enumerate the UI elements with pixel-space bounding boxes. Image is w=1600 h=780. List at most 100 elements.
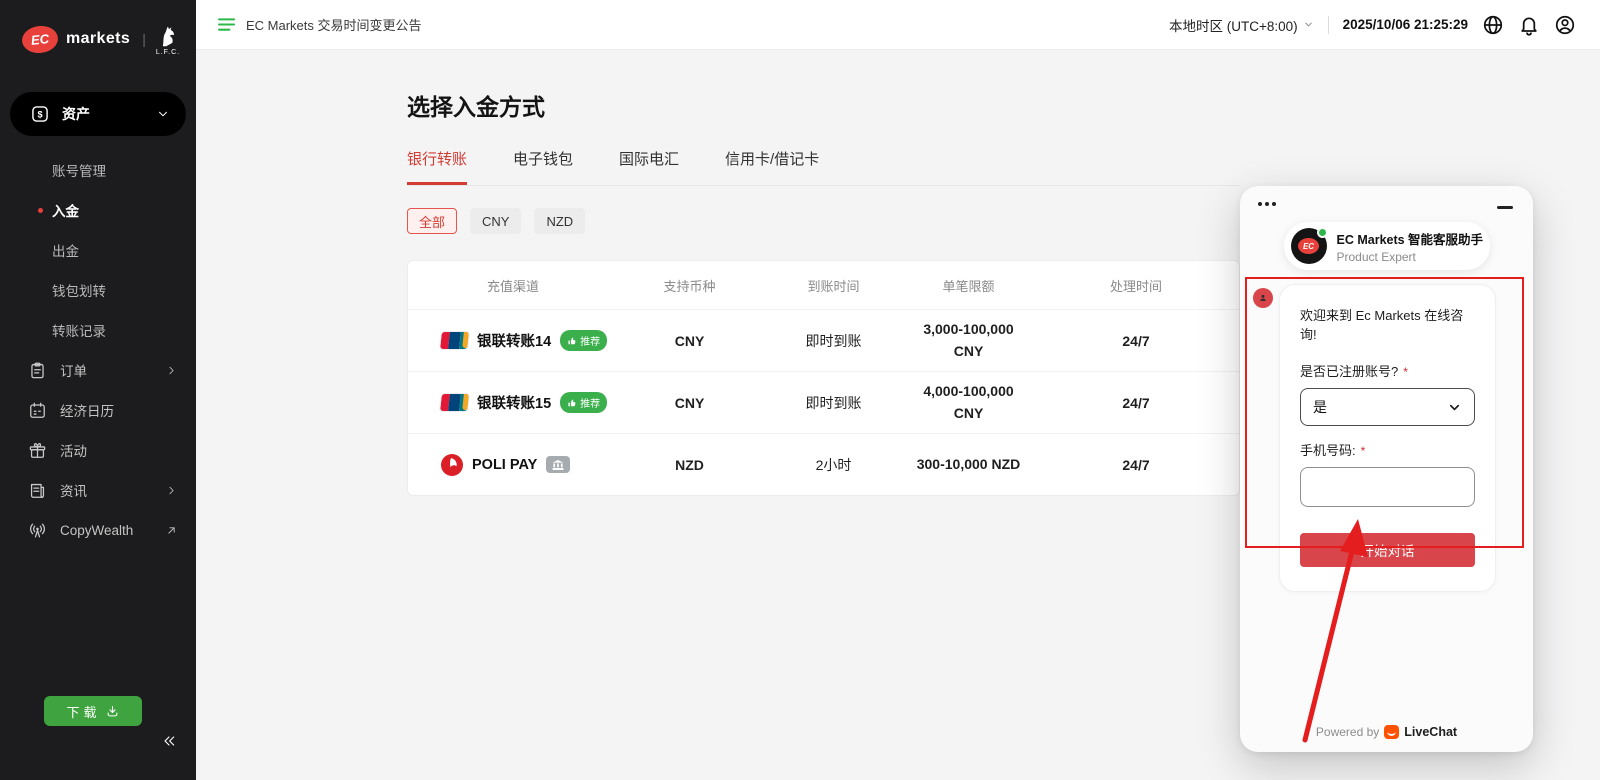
recommended-badge: 推荐 <box>560 392 607 413</box>
markets-logo-text: markets <box>66 30 130 48</box>
sidebar-item-label: 账号管理 <box>52 160 106 180</box>
sidebar-item-label: 出金 <box>52 240 79 260</box>
table-row[interactable]: 银联转账15 推荐 CNY 即时到账 4,000-100,000 CNY 24/… <box>408 371 1239 433</box>
announcement-link[interactable]: EC Markets 交易时间变更公告 <box>218 15 422 34</box>
sidebar-item-copywealth[interactable]: CopyWealth <box>0 510 196 550</box>
registered-select-value: 是 <box>1313 397 1327 417</box>
sidebar-item-label: 资产 <box>62 104 156 124</box>
arrival-cell: 即时到账 <box>761 393 906 413</box>
sidebar-item-news[interactable]: 资讯 <box>0 470 196 510</box>
chevron-down-icon <box>156 107 170 121</box>
chat-minimize-icon[interactable] <box>1497 206 1513 209</box>
datetime-display: 2025/10/06 21:25:29 <box>1343 17 1468 32</box>
col-header-currency: 支持币种 <box>618 276 761 295</box>
sidebar-item-activities[interactable]: 活动 <box>0 430 196 470</box>
processing-cell: 24/7 <box>1031 333 1240 349</box>
collapse-sidebar-icon[interactable] <box>160 733 178 754</box>
powered-by-text: Powered by <box>1316 725 1379 739</box>
col-header-arrival: 到账时间 <box>761 276 906 295</box>
sidebar-item-orders[interactable]: 订单 <box>0 350 196 390</box>
download-icon <box>105 704 120 719</box>
registered-select[interactable]: 是 <box>1300 388 1475 426</box>
sidebar-item-deposit[interactable]: 入金 <box>0 190 196 230</box>
table-row[interactable]: 银联转账14 推荐 CNY 即时到账 3,000-100,000 CNY 24/… <box>408 309 1239 371</box>
user-account-icon[interactable] <box>1554 14 1576 36</box>
topbar: EC Markets 交易时间变更公告 本地时区 (UTC+8:00) 2025… <box>196 0 1600 50</box>
limit-line1: 300-10,000 NZD <box>906 454 1031 476</box>
thumbs-up-icon <box>567 336 577 346</box>
limit-line2: CNY <box>906 403 1031 425</box>
livechat-brand-text: LiveChat <box>1404 725 1457 739</box>
chat-message-row: 欢迎来到 Ec Markets 在线咨询! 是否已注册账号?* 是 手机号码:*… <box>1253 284 1519 592</box>
orders-icon <box>28 361 47 380</box>
limit-cell: 300-10,000 NZD <box>906 454 1031 476</box>
start-chat-button[interactable]: 开始对话 <box>1300 533 1475 567</box>
welcome-message: 欢迎来到 Ec Markets 在线咨询! <box>1300 305 1475 343</box>
deposit-page: 选择入金方式 银行转账 电子钱包 国际电汇 信用卡/借记卡 全部 CNY NZD… <box>407 88 1240 496</box>
tab-e-wallet[interactable]: 电子钱包 <box>513 148 573 185</box>
processing-cell: 24/7 <box>1031 395 1240 411</box>
unionpay-logo-icon <box>440 394 469 411</box>
poli-pay-logo-icon <box>441 454 463 476</box>
badge-label: 推荐 <box>580 395 600 410</box>
table-row[interactable]: POLI PAY NZD 2小时 300-10,000 NZD 24/7 <box>408 433 1239 495</box>
sidebar-item-transfer-records[interactable]: 转账记录 <box>0 310 196 350</box>
chat-menu-icon[interactable] <box>1258 202 1276 206</box>
agent-avatar-ec-logo: EC <box>1298 238 1319 254</box>
agent-name: EC Markets 智能客服助手 <box>1337 229 1484 248</box>
download-button[interactable]: 下载 <box>44 696 142 726</box>
table-header-row: 充值渠道 支持币种 到账时间 单笔限额 处理时间 <box>408 261 1239 309</box>
col-header-processing: 处理时间 <box>1031 276 1240 295</box>
filter-all[interactable]: 全部 <box>407 208 457 234</box>
bank-badge <box>546 456 570 473</box>
logo-divider: | <box>142 31 146 47</box>
tab-international-wire[interactable]: 国际电汇 <box>619 148 679 185</box>
tab-credit-debit-card[interactable]: 信用卡/借记卡 <box>725 148 819 185</box>
sidebar-item-wallet-transfer[interactable]: 钱包划转 <box>0 270 196 310</box>
sidebar-item-label: 活动 <box>60 440 178 460</box>
chevron-down-icon <box>1447 400 1462 415</box>
limit-line1: 4,000-100,000 <box>906 381 1031 403</box>
download-label: 下载 <box>66 702 100 721</box>
filter-cny[interactable]: CNY <box>470 208 521 234</box>
limit-cell: 3,000-100,000 CNY <box>906 319 1031 362</box>
sidebar-item-label: CopyWealth <box>60 523 165 538</box>
bell-icon[interactable] <box>1518 14 1540 36</box>
unionpay-logo-icon <box>440 332 469 349</box>
sidebar-item-account-management[interactable]: 账号管理 <box>0 150 196 190</box>
sidebar: EC markets | L.F.C. $ 资产 账号管理 入金 <box>0 0 196 780</box>
sidebar-item-assets[interactable]: $ 资产 <box>10 92 186 136</box>
registered-question-label: 是否已注册账号?* <box>1300 361 1475 380</box>
sidebar-item-economic-calendar[interactable]: 经济日历 <box>0 390 196 430</box>
filter-nzd[interactable]: NZD <box>534 208 585 234</box>
sidebar-item-label: 入金 <box>52 200 79 220</box>
pre-chat-form: 欢迎来到 Ec Markets 在线咨询! 是否已注册账号?* 是 手机号码:*… <box>1279 284 1496 592</box>
ec-logo-text: EC <box>30 31 50 48</box>
announcement-lines-icon <box>218 17 237 32</box>
broadcast-icon <box>28 521 47 540</box>
timezone-label: 本地时区 (UTC+8:00) <box>1169 15 1298 35</box>
tab-bank-transfer[interactable]: 银行转账 <box>407 148 467 185</box>
sidebar-item-label: 经济日历 <box>60 400 178 420</box>
timezone-selector[interactable]: 本地时区 (UTC+8:00) <box>1169 15 1314 35</box>
online-status-dot <box>1317 227 1328 238</box>
ec-logo-badge: EC <box>21 24 60 55</box>
page: EC markets | L.F.C. $ 资产 账号管理 入金 <box>0 0 1600 780</box>
bot-avatar-icon <box>1253 288 1273 308</box>
limit-line1: 3,000-100,000 <box>906 319 1031 341</box>
caret-down-icon <box>1303 19 1314 30</box>
sidebar-item-withdrawal[interactable]: 出金 <box>0 230 196 270</box>
phone-number-input[interactable] <box>1300 467 1475 507</box>
col-header-limit: 单笔限额 <box>906 276 1031 295</box>
deposit-channels-table: 充值渠道 支持币种 到账时间 单笔限额 处理时间 银联转账14 推荐 CNY 即… <box>407 260 1240 496</box>
globe-icon[interactable] <box>1482 14 1504 36</box>
chevron-right-icon <box>165 364 178 377</box>
thumbs-up-icon <box>567 398 577 408</box>
gift-icon <box>28 441 47 460</box>
livechat-widget: EC EC Markets 智能客服助手 Product Expert 欢迎来到… <box>1240 186 1533 752</box>
limit-cell: 4,000-100,000 CNY <box>906 381 1031 424</box>
dollar-square-icon: $ <box>30 104 50 124</box>
agent-avatar: EC <box>1291 228 1327 264</box>
required-asterisk: * <box>1361 444 1366 458</box>
channel-name: POLI PAY <box>472 457 537 473</box>
